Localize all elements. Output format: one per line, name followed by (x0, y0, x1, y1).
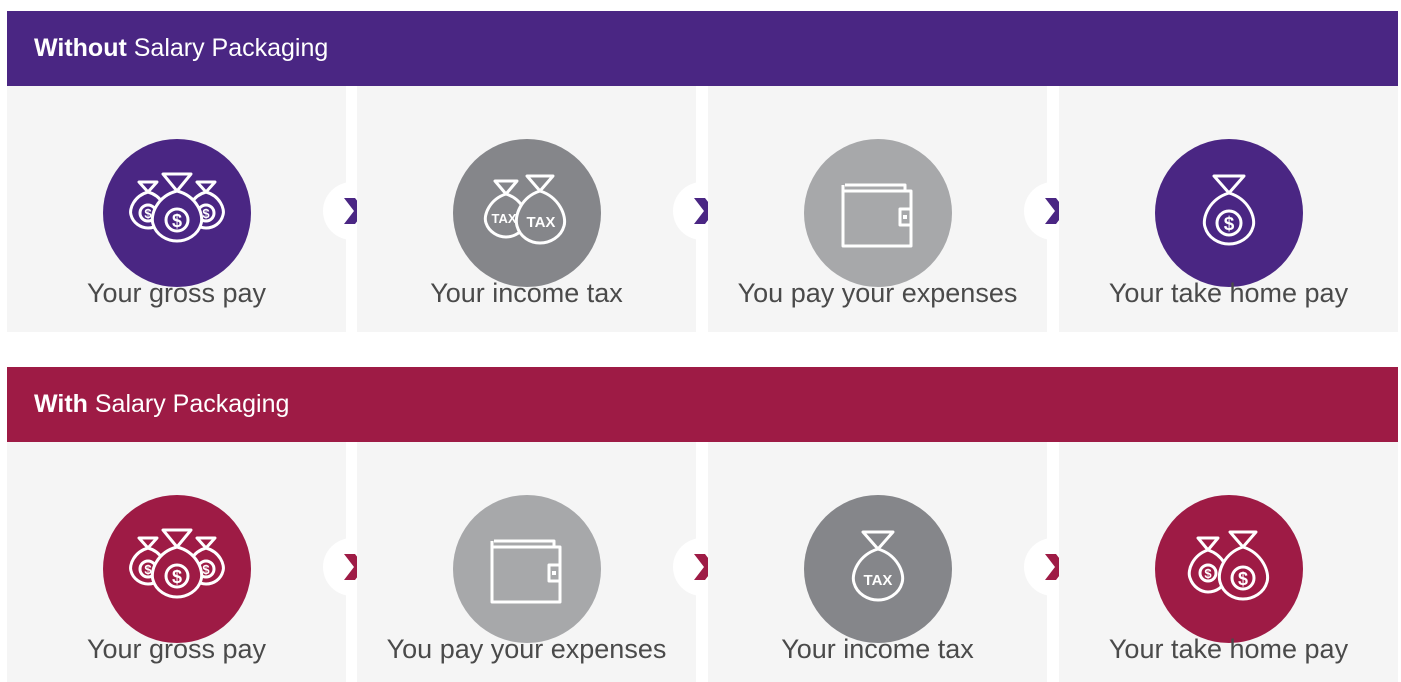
step-take-home-pay: $ $ Your take home pay (1059, 442, 1398, 682)
svg-text:$: $ (202, 206, 210, 221)
step-label: You pay your expenses (386, 634, 667, 664)
wallet-icon (453, 495, 601, 643)
header-title-bold: Without (34, 34, 127, 62)
step-label: Your gross pay (86, 634, 267, 664)
svg-text:$: $ (1224, 214, 1235, 235)
header-title-rest: Salary Packaging (87, 390, 290, 418)
header-title-bold: With (34, 390, 88, 418)
svg-text:$: $ (172, 211, 182, 231)
step-gross-pay: $ $ $ Your gross pay (7, 442, 346, 682)
svg-text:$: $ (202, 562, 210, 577)
svg-text:$: $ (1204, 566, 1212, 581)
step-take-home-pay: $ Your take home pay (1059, 86, 1398, 332)
tax-bag-icon: TAX (804, 495, 952, 643)
step-income-tax: TAX Your income tax (708, 442, 1047, 682)
section-header: With Salary Packaging (7, 367, 1398, 442)
step-expenses: You pay your expenses (708, 86, 1047, 332)
two-money-bags-icon: $ $ (1155, 495, 1303, 643)
step-gross-pay: $ $ $ Your gross pay (7, 86, 346, 332)
flow-row: $ $ $ Your gross pay TAX TAX Your income… (7, 86, 1398, 332)
svg-text:$: $ (172, 567, 182, 587)
section-header: Without Salary Packaging (7, 11, 1398, 86)
step-income-tax: TAX TAX Your income tax (357, 86, 696, 332)
step-label: Your income tax (430, 278, 623, 308)
money-bag-icon: $ (1155, 139, 1303, 287)
svg-text:TAX: TAX (491, 211, 516, 226)
header-title-rest: Salary Packaging (126, 34, 329, 62)
flow-row: $ $ $ Your gross pay You pay your expens… (7, 442, 1398, 682)
three-money-bags-icon: $ $ $ (103, 495, 251, 643)
three-money-bags-icon: $ $ $ (103, 139, 251, 287)
two-tax-bags-icon: TAX TAX (453, 139, 601, 287)
wallet-icon (804, 139, 952, 287)
step-label: Your take home pay (1108, 278, 1349, 308)
step-label: You pay your expenses (737, 278, 1018, 308)
step-label: Your take home pay (1108, 634, 1349, 664)
step-expenses: You pay your expenses (357, 442, 696, 682)
svg-text:TAX: TAX (864, 572, 893, 589)
with-salary-packaging-section: With Salary Packaging $ $ $ Your gross p… (7, 367, 1398, 682)
step-label: Your gross pay (86, 278, 267, 308)
without-salary-packaging-section: Without Salary Packaging $ $ $ Your gros… (7, 11, 1398, 332)
step-label: Your income tax (781, 634, 974, 664)
svg-text:TAX: TAX (527, 214, 556, 231)
svg-text:$: $ (1238, 569, 1248, 589)
